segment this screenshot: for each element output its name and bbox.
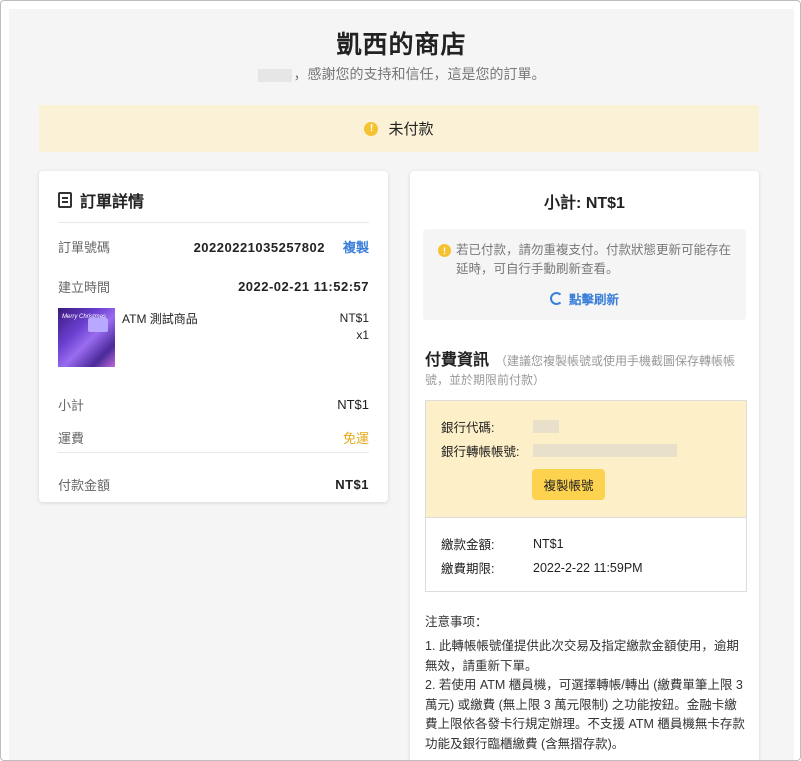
status-label: 未付款 <box>388 121 434 138</box>
order-details-header: 訂單詳情 <box>58 188 144 212</box>
thanks-message: ，感謝您的支持和信任，這是您的訂單。 <box>9 64 794 84</box>
redacted-bank-account <box>533 444 677 457</box>
total-value: NT$1 <box>335 477 369 492</box>
created-time: 2022-02-21 11:52:57 <box>238 279 369 294</box>
note-item: 1. 此轉帳帳號僅提供此次交易及指定繳款金額使用，逾期無效，請重新下單。 <box>425 639 739 673</box>
product-price: NT$1 <box>339 311 369 325</box>
bank-code-label: 銀行代碼: <box>441 421 495 435</box>
note-item: 2. 若使用 ATM 櫃員機，可選擇轉帳/轉出 (繳費單筆上限 3 萬元) 或繳… <box>425 678 745 751</box>
payment-subtotal: 小計: NT$1 <box>544 195 625 212</box>
order-number-group: 20220221035257802 複製 <box>194 237 369 256</box>
divider <box>58 452 369 453</box>
created-time-row: 建立時間 2022-02-21 11:52:57 <box>58 277 369 296</box>
notes-title: 注意事项： <box>425 615 488 629</box>
total-label: 付款金額 <box>58 478 111 493</box>
browser-frame: 凱西的商店 ，感謝您的支持和信任，這是您的訂單。 ! 未付款 訂單詳情 訂單號碼… <box>0 0 801 761</box>
subtotal-row: 小計 NT$1 <box>58 395 369 414</box>
subtotal-label: 小計 <box>58 398 85 413</box>
shipping-value: 免運 <box>342 431 369 446</box>
deadline-value: 2022-2-22 11:59PM <box>533 560 643 575</box>
divider <box>58 222 369 223</box>
warning-icon: ! <box>364 121 379 136</box>
order-number-label: 訂單號碼 <box>58 240 111 255</box>
payment-info-title: 付費資訊 <box>425 352 490 369</box>
payment-card: 小計: NT$1 ! 若已付款，請勿重複支付。付款狀態更新可能存在延時，可自行手… <box>410 171 759 760</box>
product-item: Merry Christmas ATM 測試商品 NT$1 x1 <box>58 308 369 368</box>
store-title: 凱西的商店 <box>336 31 467 59</box>
order-details-title: 訂單詳情 <box>80 194 145 211</box>
product-quantity: x1 <box>356 328 369 342</box>
bank-code-row: 銀行代碼: <box>441 417 559 436</box>
redacted-customer-name <box>257 68 292 82</box>
info-icon: ! <box>438 244 451 257</box>
order-page: 凱西的商店 ，感謝您的支持和信任，這是您的訂單。 ! 未付款 訂單詳情 訂單號碼… <box>9 9 794 760</box>
product-name: ATM 測試商品 <box>122 312 198 326</box>
amount-label: 繳款金額: <box>441 538 495 552</box>
shipping-label: 運費 <box>58 431 85 446</box>
order-number: 20220221035257802 <box>193 240 325 255</box>
thumbnail-caption: Merry Christmas <box>62 314 107 320</box>
payment-status-bar: ! 未付款 <box>39 105 759 152</box>
shipping-row: 運費 免運 <box>58 428 369 447</box>
payment-notice: ! 若已付款，請勿重複支付。付款狀態更新可能存在延時，可自行手動刷新查看。 點擊… <box>423 229 746 320</box>
deadline-row: 繳費期限: 2022-2-22 11:59PM <box>441 558 643 577</box>
created-time-label: 建立時間 <box>58 280 111 295</box>
refresh-button[interactable]: 點擊刷新 <box>423 289 746 308</box>
deadline-label: 繳費期限: <box>441 562 495 576</box>
bank-account-label: 銀行轉帳帳號: <box>441 445 520 459</box>
copy-order-number-link[interactable]: 複製 <box>343 240 369 255</box>
refresh-label: 點擊刷新 <box>568 293 619 307</box>
notice-text: 若已付款，請勿重複支付。付款狀態更新可能存在延時，可自行手動刷新查看。 <box>456 243 732 276</box>
refresh-icon <box>549 292 563 305</box>
bank-transfer-box: 銀行代碼: 銀行轉帳帳號: 複製帳號 繳款金額: NT$1 繳費期限: 2022… <box>425 400 747 592</box>
payment-info-header: 付費資訊 （建議您複製帳號或使用手機截圖保存轉帳帳號，並於期限前付款） <box>425 351 747 390</box>
copy-account-button[interactable]: 複製帳號 <box>532 469 605 500</box>
thanks-text: ，感謝您的支持和信任，這是您的訂單。 <box>293 66 546 82</box>
subtotal-value: NT$1 <box>337 397 369 412</box>
redacted-bank-code <box>533 420 559 433</box>
amount-row: 繳款金額: NT$1 <box>441 534 564 553</box>
notes-list: 1. 此轉帳帳號僅提供此次交易及指定繳款金額使用，逾期無效，請重新下單。 2. … <box>425 637 747 754</box>
amount-value: NT$1 <box>533 536 564 551</box>
bank-account-row: 銀行轉帳帳號: <box>441 441 677 460</box>
product-price-qty: NT$1 x1 <box>340 310 369 344</box>
order-number-row: 訂單號碼 20220221035257802 複製 <box>58 237 369 256</box>
document-icon <box>58 192 72 208</box>
product-thumbnail: Merry Christmas <box>58 308 115 367</box>
bank-account-section: 銀行代碼: 銀行轉帳帳號: 複製帳號 <box>426 401 746 518</box>
order-details-card: 訂單詳情 訂單號碼 20220221035257802 複製 建立時間 2022-… <box>39 171 388 502</box>
total-row: 付款金額 NT$1 <box>58 475 369 494</box>
